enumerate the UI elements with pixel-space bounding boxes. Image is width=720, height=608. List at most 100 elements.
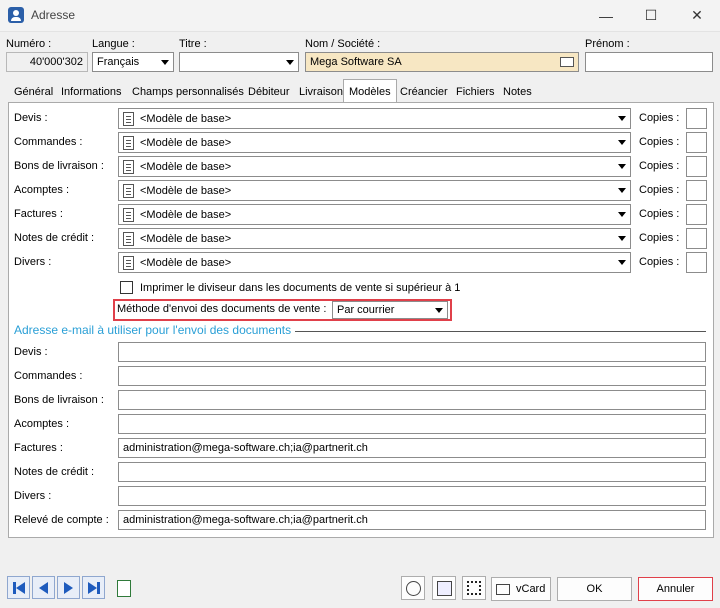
web-button[interactable]	[401, 576, 425, 600]
numero-field[interactable]: 40'000'302	[6, 52, 88, 72]
template-select[interactable]: <Modèle de base>	[118, 156, 631, 177]
copies-label: Copies :	[639, 160, 680, 172]
ok-button[interactable]: OK	[557, 577, 632, 601]
nom-value: Mega Software SA	[310, 56, 402, 68]
send-method-select[interactable]: Par courrier	[332, 301, 448, 319]
copies-input[interactable]	[686, 180, 707, 201]
email-input[interactable]	[118, 366, 706, 386]
document-icon	[123, 208, 134, 222]
first-icon	[15, 581, 25, 594]
qr-code-button[interactable]	[462, 576, 486, 600]
tab-informations[interactable]: Informations	[61, 82, 122, 102]
document-info-icon	[117, 579, 131, 597]
template-label: Acomptes :	[14, 184, 70, 196]
tab-livraison[interactable]: Livraison	[299, 82, 343, 102]
tab-modeles[interactable]: Modèles	[343, 79, 397, 102]
copies-input[interactable]	[686, 204, 707, 225]
last-icon-bar	[96, 581, 100, 594]
titre-select[interactable]	[179, 52, 299, 72]
tab-debiteur[interactable]: Débiteur	[248, 82, 290, 102]
email-label: Devis :	[14, 346, 48, 358]
map-button[interactable]	[432, 576, 456, 600]
email-input[interactable]	[118, 414, 706, 434]
tab-champs-personnalises[interactable]: Champs personnalisés	[132, 82, 244, 102]
send-method-label: Méthode d'envoi des documents de vente :	[117, 303, 327, 315]
chevron-down-icon	[618, 236, 626, 241]
chevron-down-icon	[161, 60, 169, 65]
close-button[interactable]: ✕	[674, 0, 720, 31]
print-divisor-checkbox[interactable]	[120, 281, 133, 294]
email-input[interactable]: administration@mega-software.ch;ia@partn…	[118, 438, 706, 458]
template-value: <Modèle de base>	[140, 209, 232, 221]
chevron-down-icon	[286, 60, 294, 65]
last-record-button[interactable]	[82, 576, 105, 599]
prenom-field[interactable]	[585, 52, 713, 72]
address-book-icon	[8, 7, 24, 23]
copies-label: Copies :	[639, 256, 680, 268]
template-select[interactable]: <Modèle de base>	[118, 132, 631, 153]
template-label: Notes de crédit :	[14, 232, 95, 244]
copies-input[interactable]	[686, 108, 707, 129]
globe-icon	[405, 580, 421, 596]
email-input[interactable]	[118, 486, 706, 506]
chevron-down-icon	[618, 260, 626, 265]
langue-select[interactable]: Français	[92, 52, 174, 72]
nom-field[interactable]: Mega Software SA	[305, 52, 579, 72]
template-select[interactable]: <Modèle de base>	[118, 108, 631, 129]
chevron-down-icon	[618, 140, 626, 145]
maximize-button[interactable]: ☐	[628, 0, 674, 31]
last-icon	[87, 581, 97, 594]
tab-notes[interactable]: Notes	[503, 82, 532, 102]
template-value: <Modèle de base>	[140, 113, 232, 125]
tab-creancier[interactable]: Créancier	[400, 82, 448, 102]
email-label: Notes de crédit :	[14, 466, 95, 478]
send-method-value: Par courrier	[337, 304, 395, 316]
email-input[interactable]	[118, 390, 706, 410]
email-label: Acomptes :	[14, 418, 70, 430]
document-icon	[123, 136, 134, 150]
chevron-down-icon	[618, 212, 626, 217]
tab-fichiers[interactable]: Fichiers	[456, 82, 495, 102]
first-record-button[interactable]	[7, 576, 30, 599]
template-select[interactable]: <Modèle de base>	[118, 204, 631, 225]
template-label: Commandes :	[14, 136, 83, 148]
qr-code-icon	[467, 581, 481, 595]
template-select[interactable]: <Modèle de base>	[118, 228, 631, 249]
document-icon	[123, 160, 134, 174]
email-input[interactable]	[118, 462, 706, 482]
template-value: <Modèle de base>	[140, 257, 232, 269]
contact-card-icon[interactable]	[560, 57, 574, 67]
copies-input[interactable]	[686, 252, 707, 273]
titre-label: Titre :	[179, 38, 207, 50]
chevron-down-icon	[618, 116, 626, 121]
document-icon	[123, 112, 134, 126]
tab-general[interactable]: Général	[14, 82, 53, 102]
copies-input[interactable]	[686, 156, 707, 177]
numero-label: Numéro :	[6, 38, 52, 50]
vcard-button[interactable]: vCard	[491, 577, 551, 601]
email-input[interactable]: administration@mega-software.ch;ia@partn…	[118, 510, 706, 530]
email-input[interactable]	[118, 342, 706, 362]
template-select[interactable]: <Modèle de base>	[118, 252, 631, 273]
nom-label: Nom / Société :	[305, 38, 381, 50]
email-label: Relevé de compte :	[14, 514, 109, 526]
vcard-icon	[496, 583, 510, 595]
cancel-button[interactable]: Annuler	[638, 577, 713, 601]
document-info-button[interactable]	[112, 576, 136, 600]
copies-input[interactable]	[686, 132, 707, 153]
email-section-title: Adresse e-mail à utiliser pour l'envoi d…	[14, 323, 296, 337]
copies-input[interactable]	[686, 228, 707, 249]
minimize-button[interactable]: —	[583, 0, 629, 31]
prenom-label: Prénom :	[585, 38, 630, 50]
copies-label: Copies :	[639, 184, 680, 196]
template-select[interactable]: <Modèle de base>	[118, 180, 631, 201]
template-value: <Modèle de base>	[140, 161, 232, 173]
email-label: Commandes :	[14, 370, 83, 382]
email-label: Bons de livraison :	[14, 394, 104, 406]
email-label: Divers :	[14, 490, 52, 502]
next-record-button[interactable]	[57, 576, 80, 599]
email-label: Factures :	[14, 442, 63, 454]
window-title: Adresse	[31, 8, 76, 22]
template-value: <Modèle de base>	[140, 137, 232, 149]
previous-record-button[interactable]	[32, 576, 55, 599]
